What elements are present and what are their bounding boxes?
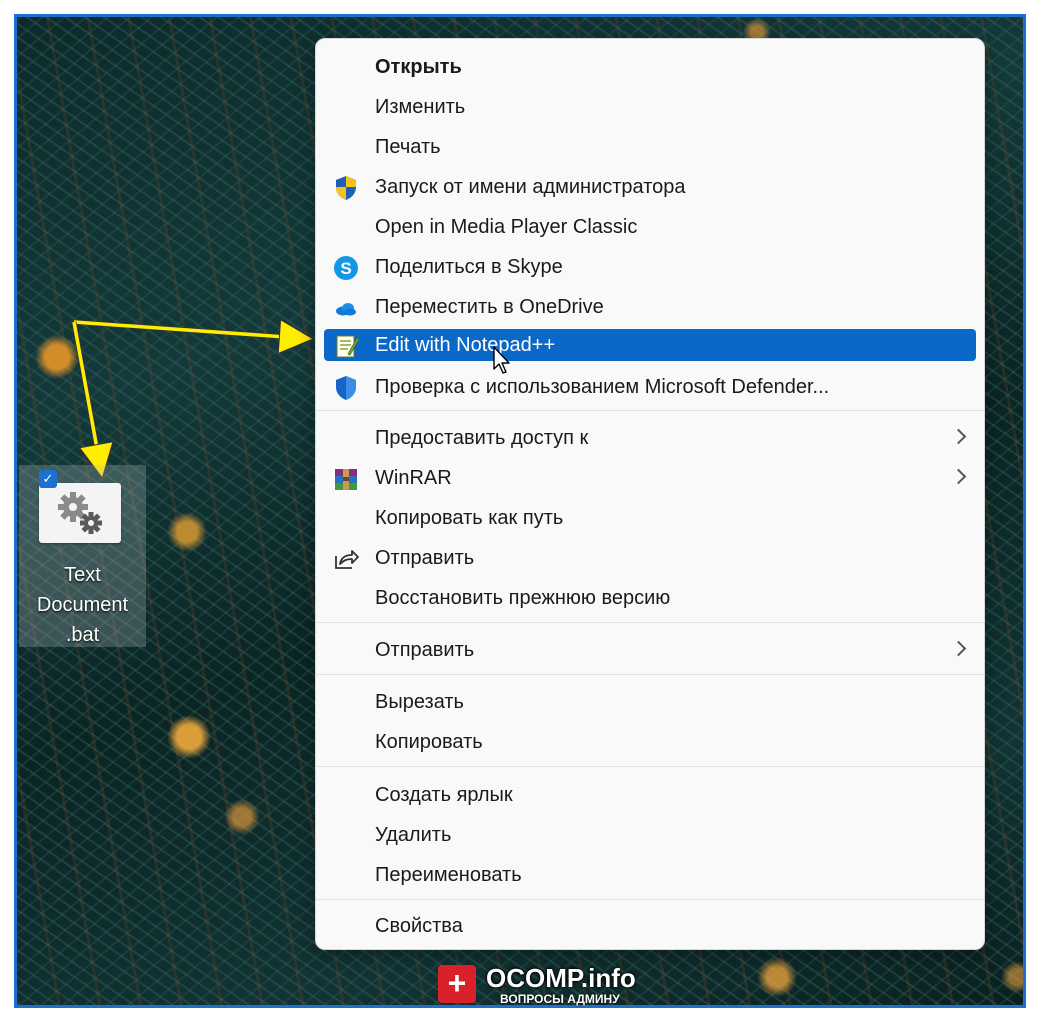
desktop-file-label: Text Document .bat — [36, 564, 129, 646]
context-menu: Открыть Изменить Печать Запуск от имени … — [315, 38, 985, 950]
menu-item-rename[interactable]: Переименовать — [324, 859, 976, 891]
menu-item-run-as-admin[interactable]: Запуск от имени администратора — [324, 171, 976, 203]
share-icon — [335, 550, 359, 569]
menu-item-share-skype[interactable]: S Поделиться в Skype — [324, 251, 976, 283]
menu-item-share[interactable]: Отправить — [324, 542, 976, 574]
menu-separator — [316, 899, 984, 900]
gears-icon — [58, 492, 102, 534]
chevron-right-icon — [950, 468, 967, 485]
watermark-brand: OCOMP.info — [486, 963, 636, 993]
menu-item-print[interactable]: Печать — [324, 131, 976, 163]
chevron-right-icon — [950, 640, 967, 657]
menu-item-edit-notepadpp[interactable]: Edit with Notepad++ — [324, 329, 976, 361]
menu-item-winrar[interactable]: WinRAR — [324, 462, 976, 494]
watermark-logo: + OCOMP.info ВОПРОСЫ АДМИНУ — [438, 963, 648, 1009]
desktop-file-icon[interactable]: ✓ Text Document .bat — [19, 465, 146, 647]
menu-item-give-access[interactable]: Предоставить доступ к — [324, 422, 976, 454]
menu-item-restore-version[interactable]: Восстановить прежнюю версию — [324, 582, 976, 614]
menu-separator — [316, 674, 984, 675]
onedrive-cloud-icon — [336, 303, 356, 316]
menu-item-defender-scan[interactable]: Проверка с использованием Microsoft Defe… — [324, 371, 976, 403]
menu-item-open[interactable]: Открыть — [324, 51, 976, 83]
svg-text:S: S — [340, 259, 351, 278]
defender-shield-icon — [336, 376, 356, 400]
watermark-tagline: ВОПРОСЫ АДМИНУ — [500, 992, 620, 1006]
menu-item-copy-as-path[interactable]: Копировать как путь — [324, 502, 976, 534]
menu-item-edit[interactable]: Изменить — [324, 91, 976, 123]
menu-separator — [316, 410, 984, 411]
menu-item-delete[interactable]: Удалить — [324, 819, 976, 851]
bat-file-thumbnail — [39, 483, 121, 543]
menu-item-open-mpc[interactable]: Open in Media Player Classic — [324, 211, 976, 243]
skype-icon: S — [334, 256, 358, 280]
mouse-cursor-icon — [493, 346, 510, 374]
menu-item-copy[interactable]: Копировать — [324, 726, 976, 758]
notepadpp-icon — [336, 335, 360, 358]
menu-item-properties[interactable]: Свойства — [324, 910, 976, 942]
uac-shield-icon — [336, 176, 356, 200]
watermark-badge: + — [438, 965, 476, 1003]
winrar-icon — [335, 469, 357, 490]
menu-item-send-to[interactable]: Отправить — [324, 634, 976, 666]
menu-separator — [316, 622, 984, 623]
menu-separator — [316, 766, 984, 767]
selected-checkbox-icon[interactable]: ✓ — [39, 470, 57, 488]
menu-item-cut[interactable]: Вырезать — [324, 686, 976, 718]
menu-item-create-shortcut[interactable]: Создать ярлык — [324, 779, 976, 811]
menu-item-move-onedrive[interactable]: Переместить в OneDrive — [324, 291, 976, 323]
chevron-right-icon — [950, 428, 967, 445]
